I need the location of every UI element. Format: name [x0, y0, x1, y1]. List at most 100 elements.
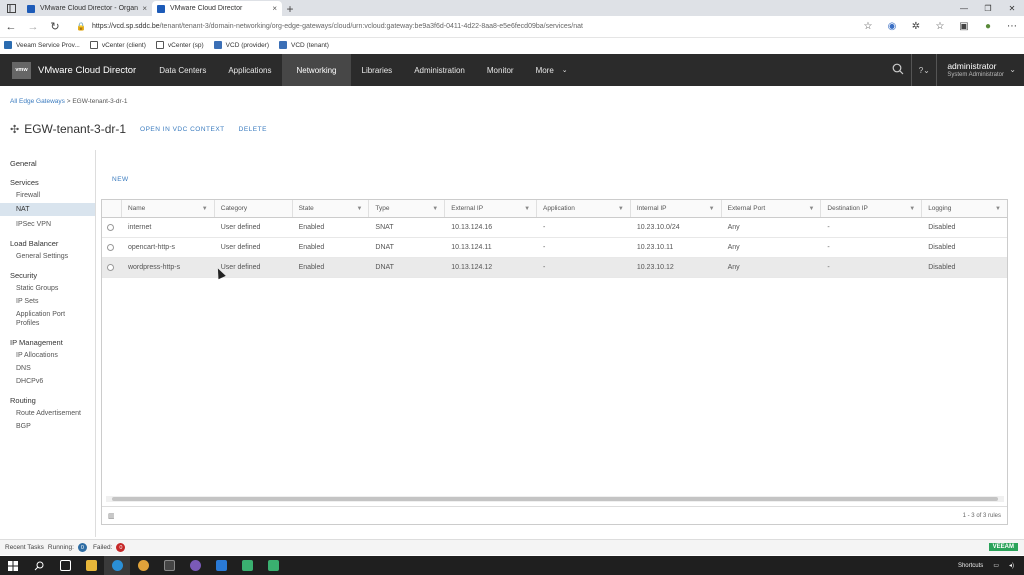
- column-header-type[interactable]: Type ▼: [369, 200, 446, 217]
- sidenav-item-dhcpv6[interactable]: DHCPv6: [0, 377, 95, 386]
- table-row[interactable]: wordpress-http-s User defined Enabled DN…: [102, 258, 1007, 278]
- bookmark-vcd-tenant[interactable]: VCD (tenant): [279, 41, 329, 49]
- collections-icon[interactable]: ▣: [952, 21, 976, 32]
- tab-close-icon[interactable]: ×: [142, 4, 147, 13]
- delete-button[interactable]: DELETE: [239, 126, 267, 133]
- filter-icon[interactable]: ▼: [995, 206, 1001, 212]
- task-view-icon[interactable]: [52, 556, 78, 575]
- password-extension-icon[interactable]: ◉: [880, 21, 904, 32]
- sidenav-item-firewall[interactable]: Firewall: [0, 191, 95, 200]
- row-select-radio[interactable]: [102, 238, 122, 257]
- filter-icon[interactable]: ▼: [432, 206, 438, 212]
- sidenav-item-ip-sets[interactable]: IP Sets: [0, 297, 95, 306]
- breadcrumb-all-edge-gateways[interactable]: All Edge Gateways: [10, 98, 65, 105]
- sidenav-item-ip-allocations[interactable]: IP Allocations: [0, 351, 95, 360]
- table-row[interactable]: internet User defined Enabled SNAT 10.13…: [102, 218, 1007, 238]
- column-header-application[interactable]: Application ▼: [537, 200, 631, 217]
- column-header-external-port[interactable]: External Port ▼: [722, 200, 822, 217]
- app-icon[interactable]: [260, 556, 286, 575]
- chrome-icon[interactable]: [130, 556, 156, 575]
- row-select-radio[interactable]: [102, 258, 122, 277]
- user-menu[interactable]: administrator System Administrator ⌄: [937, 62, 1024, 79]
- browser-tab-active[interactable]: VMware Cloud Director ×: [152, 1, 282, 16]
- bookmark-vcd-provider[interactable]: VCD (provider): [213, 41, 269, 49]
- row-select-radio[interactable]: [102, 218, 122, 237]
- reload-icon[interactable]: ↻: [44, 16, 66, 38]
- sidenav-item-route-advertisement[interactable]: Route Advertisement: [0, 409, 95, 418]
- new-tab-button[interactable]: +: [282, 1, 298, 16]
- new-nat-rule-button[interactable]: NEW: [112, 176, 129, 183]
- app-icon[interactable]: [234, 556, 260, 575]
- sidenav-item-application-port-profiles[interactable]: Application Port Profiles: [0, 310, 80, 328]
- radio-icon[interactable]: [107, 264, 114, 271]
- column-header-name[interactable]: Name ▼: [122, 200, 215, 217]
- column-header-internal-ip[interactable]: Internal IP ▼: [631, 200, 722, 217]
- column-header-state[interactable]: State ▼: [293, 200, 370, 217]
- browser-tab-org[interactable]: VMware Cloud Director - Organ ×: [22, 1, 152, 16]
- nav-applications[interactable]: Applications: [217, 54, 282, 86]
- terminal-icon[interactable]: [156, 556, 182, 575]
- tab-close-icon[interactable]: ×: [272, 4, 277, 13]
- app-icon[interactable]: [182, 556, 208, 575]
- shortcuts-label[interactable]: Shortcuts: [958, 563, 983, 569]
- favorite-star-icon[interactable]: ☆: [856, 21, 880, 32]
- search-icon[interactable]: [885, 63, 911, 78]
- table-row[interactable]: opencart-http-s User defined Enabled DNA…: [102, 238, 1007, 258]
- column-header-logging[interactable]: Logging ▼: [922, 200, 1007, 217]
- url-field[interactable]: 🔒 https://vcd.sp.sddc.be/tenant/tenant-3…: [72, 18, 850, 35]
- windows-start-icon[interactable]: [0, 556, 26, 575]
- nav-networking[interactable]: Networking: [282, 54, 351, 86]
- help-icon[interactable]: ?⌄: [911, 54, 938, 86]
- maximize-icon[interactable]: ❐: [976, 0, 1000, 16]
- bookmark-vcenter-client[interactable]: vCenter (client): [89, 41, 146, 49]
- nav-more[interactable]: More ⌄: [525, 54, 579, 86]
- horizontal-scrollbar[interactable]: [106, 496, 1004, 502]
- close-window-icon[interactable]: ✕: [1000, 0, 1024, 16]
- extensions-icon[interactable]: ✲: [904, 21, 928, 32]
- sidenav-item-general-settings[interactable]: General Settings: [0, 252, 95, 261]
- radio-icon[interactable]: [107, 244, 114, 251]
- edge-browser-icon[interactable]: [104, 556, 130, 575]
- volume-icon[interactable]: ◂): [1009, 562, 1014, 569]
- minimize-icon[interactable]: —: [952, 0, 976, 16]
- nav-monitor[interactable]: Monitor: [476, 54, 525, 86]
- radio-icon[interactable]: [107, 224, 114, 231]
- scrollbar-thumb[interactable]: [112, 497, 998, 501]
- filter-icon[interactable]: ▼: [618, 206, 624, 212]
- column-header-destination-ip[interactable]: Destination IP ▼: [821, 200, 923, 217]
- tab-actions-icon[interactable]: [0, 0, 22, 16]
- favorites-icon[interactable]: ☆: [928, 21, 952, 32]
- sidenav-item-static-groups[interactable]: Static Groups: [0, 284, 95, 293]
- profile-icon[interactable]: ●: [976, 21, 1000, 32]
- sidenav-general[interactable]: General: [0, 159, 95, 168]
- more-menu-icon[interactable]: ⋯: [1000, 21, 1024, 32]
- sidenav-item-dns[interactable]: DNS: [0, 364, 95, 373]
- filter-icon[interactable]: ▼: [808, 206, 814, 212]
- column-header-external-ip[interactable]: External IP ▼: [445, 200, 538, 217]
- recent-tasks-label[interactable]: Recent Tasks: [5, 544, 44, 551]
- column-toggle-icon[interactable]: ▥: [108, 512, 115, 520]
- filter-icon[interactable]: ▼: [909, 206, 915, 212]
- filter-icon[interactable]: ▼: [356, 206, 362, 212]
- forward-icon[interactable]: →: [22, 16, 44, 38]
- filter-icon[interactable]: ▼: [524, 206, 530, 212]
- nav-data-centers[interactable]: Data Centers: [148, 54, 217, 86]
- bookmark-veeam[interactable]: Veeam Service Prov...: [4, 41, 80, 49]
- column-header-category[interactable]: Category: [215, 200, 293, 217]
- nav-libraries[interactable]: Libraries: [351, 54, 404, 86]
- file-explorer-icon[interactable]: [78, 556, 104, 575]
- running-count-badge[interactable]: 0: [77, 543, 87, 552]
- nav-administration[interactable]: Administration: [403, 54, 476, 86]
- sidenav-item-nat[interactable]: NAT: [0, 203, 95, 216]
- failed-count-badge[interactable]: 0: [116, 543, 126, 552]
- back-icon[interactable]: ←: [0, 16, 22, 38]
- network-icon[interactable]: ▭: [993, 562, 999, 569]
- vscode-icon[interactable]: [208, 556, 234, 575]
- veeam-badge[interactable]: VEEAM: [988, 543, 1018, 551]
- filter-icon[interactable]: ▼: [709, 206, 715, 212]
- search-icon[interactable]: [26, 556, 52, 575]
- sidenav-item-ipsec-vpn[interactable]: IPSec VPN: [0, 220, 95, 229]
- sidenav-item-bgp[interactable]: BGP: [0, 422, 95, 431]
- bookmark-vcenter-sp[interactable]: vCenter (sp): [155, 41, 204, 49]
- filter-icon[interactable]: ▼: [202, 206, 208, 212]
